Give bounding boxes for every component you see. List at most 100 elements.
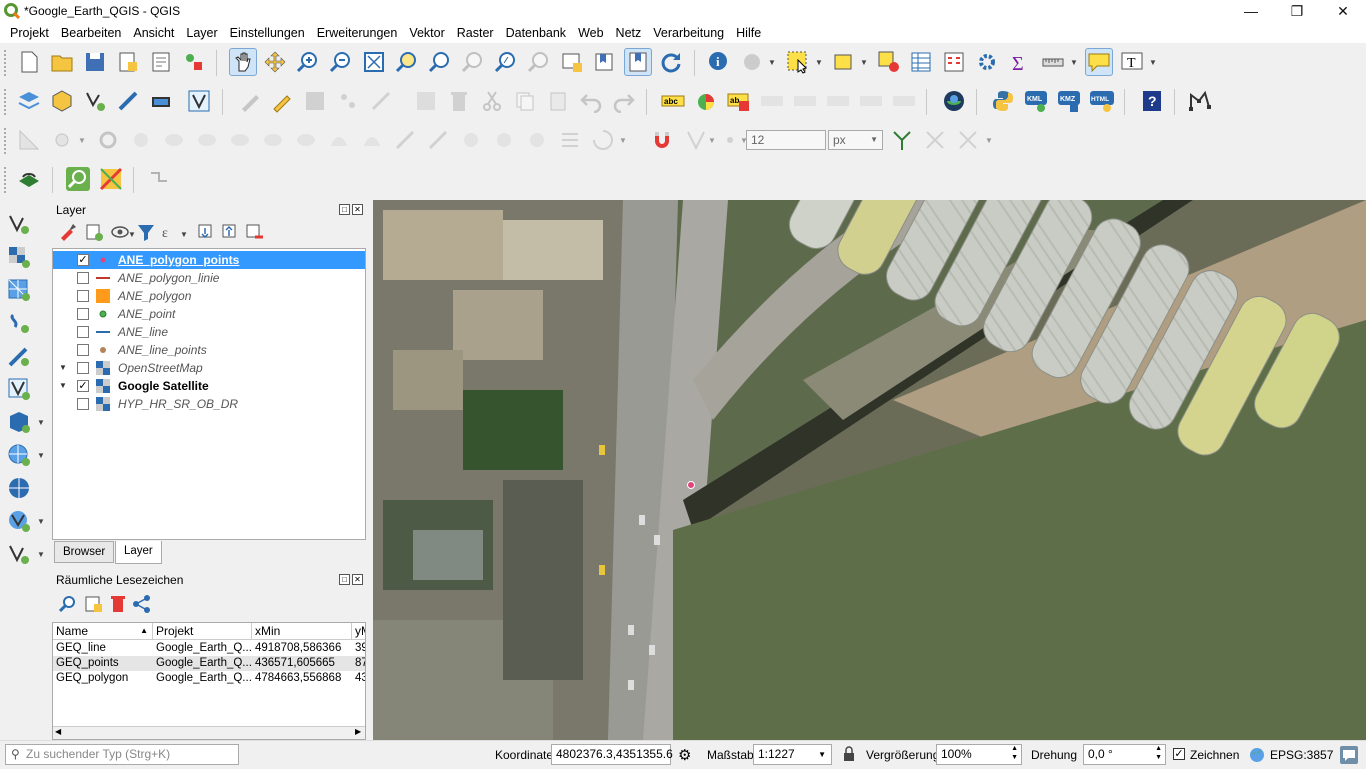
style-manager-icon[interactable] — [182, 50, 206, 74]
table-cell[interactable]: Google_Earth_Q... — [153, 671, 252, 686]
table-cell[interactable]: 4918708,586366 — [252, 641, 352, 656]
show-bookmarks-icon[interactable] — [624, 48, 652, 76]
add-virtual-layer-icon[interactable] — [7, 377, 31, 401]
undo-icon[interactable] — [579, 89, 603, 114]
map-canvas[interactable] — [373, 200, 1366, 740]
quick-map-tools-icon[interactable] — [99, 167, 123, 191]
filter-by-expression-icon[interactable]: ε — [160, 222, 180, 242]
digitize-with-shape-icon[interactable] — [17, 128, 41, 152]
add-wms-layer-icon[interactable] — [7, 410, 31, 434]
table-cell[interactable]: 43 — [352, 671, 365, 686]
toggle-extents-icon[interactable]: ⚙ — [678, 746, 691, 764]
layer-item-ane-line-points[interactable]: ANE_line_points — [53, 341, 365, 359]
rotate-label-icon[interactable] — [859, 89, 883, 113]
panel-float-icon[interactable]: □ — [339, 574, 350, 585]
add-wcs-layer-icon[interactable] — [7, 443, 31, 467]
zoom-next-icon[interactable] — [527, 50, 551, 74]
layer-item-ane-polygon-points[interactable]: ✓ ANE_polygon_points — [53, 251, 365, 269]
snapping-magnet-icon[interactable] — [650, 128, 674, 152]
menu-web[interactable]: Web — [572, 23, 609, 43]
add-point-feature-icon[interactable] — [336, 89, 360, 113]
tab-browser[interactable]: Browser — [54, 541, 115, 563]
column-header-name[interactable]: Name ▲ — [53, 623, 153, 640]
minimize-button[interactable]: — — [1228, 0, 1274, 23]
layer-item-hyp-hr-sr-ob-dr[interactable]: HYP_HR_SR_OB_DR — [53, 395, 365, 413]
menu-ansicht[interactable]: Ansicht — [127, 23, 180, 43]
scroll-right-icon[interactable]: ▶ — [355, 727, 361, 736]
tab-layer[interactable]: Layer — [115, 541, 162, 564]
menu-netz[interactable]: Netz — [610, 23, 648, 43]
pin-labels-icon[interactable] — [760, 89, 784, 113]
expand-all-icon[interactable] — [196, 222, 216, 242]
new-temporary-layer-icon[interactable] — [149, 89, 173, 113]
locate-feature-icon[interactable] — [66, 167, 90, 191]
new-spatialite-icon[interactable] — [116, 89, 140, 113]
attribute-table-icon[interactable] — [909, 50, 933, 74]
show-hide-labels-icon[interactable] — [793, 89, 817, 113]
help-icon[interactable]: ? — [1140, 89, 1164, 113]
crs-label[interactable]: EPSG:3857 — [1270, 741, 1333, 769]
new-virtual-layer-icon[interactable] — [187, 89, 211, 113]
scroll-left-icon[interactable]: ◀ — [55, 727, 61, 736]
messages-icon[interactable] — [1340, 746, 1358, 764]
crs-globe-icon[interactable] — [1249, 747, 1265, 763]
zoom-native-icon[interactable] — [461, 50, 485, 74]
collapse-all-icon[interactable] — [220, 222, 240, 242]
expand-arrow-icon[interactable]: ▼ — [59, 377, 67, 395]
add-raster-layer-icon[interactable] — [7, 245, 31, 269]
html-export-icon[interactable]: HTML — [1090, 89, 1114, 113]
offset-point-symbols-icon[interactable] — [558, 128, 582, 152]
zoom-to-bookmark-icon[interactable] — [58, 594, 78, 614]
map-point-feature[interactable] — [687, 481, 695, 489]
layer-visibility-checkbox[interactable] — [77, 290, 89, 302]
zoom-to-selection-icon[interactable] — [395, 50, 419, 74]
offset-curve-icon[interactable] — [294, 128, 318, 152]
pan-to-selection-icon[interactable] — [263, 50, 287, 74]
delete-selected-icon[interactable] — [447, 89, 471, 113]
kmz-export-icon[interactable]: KMZ — [1057, 89, 1081, 113]
georeferencer-icon[interactable] — [17, 167, 41, 191]
zoom-to-layer-icon[interactable] — [428, 50, 452, 74]
add-wfs-layer-icon[interactable] — [7, 476, 31, 500]
kml-export-icon[interactable]: KML — [1024, 89, 1048, 113]
manage-map-themes-icon[interactable] — [110, 222, 130, 242]
google-earth-plugin-icon[interactable] — [942, 89, 966, 113]
add-arcgis-layer-icon[interactable] — [7, 509, 31, 533]
table-cell[interactable]: 87 — [352, 656, 365, 671]
layer-item-ane-point[interactable]: ANE_point — [53, 305, 365, 323]
toggle-editing-icon[interactable] — [270, 89, 294, 113]
text-annotation-icon[interactable]: T — [1120, 50, 1144, 74]
lock-scale-icon[interactable] — [843, 746, 855, 761]
open-layer-styling-icon[interactable] — [58, 222, 78, 242]
copy-features-icon[interactable] — [513, 89, 537, 113]
new-bookmark-icon[interactable] — [593, 50, 617, 74]
table-cell[interactable]: Google_Earth_Q... — [153, 641, 252, 656]
new-map-view-icon[interactable] — [560, 50, 584, 74]
snap-to-layer-icon[interactable] — [684, 128, 708, 152]
column-header-xmin[interactable]: xMin — [252, 623, 352, 640]
maximize-button[interactable]: ❐ — [1274, 0, 1320, 23]
save-project-icon[interactable] — [83, 50, 107, 74]
deselect-features-icon[interactable] — [877, 50, 901, 74]
add-vector-tile-icon[interactable] — [7, 542, 31, 566]
add-delimited-text-icon[interactable] — [7, 311, 31, 335]
table-cell[interactable]: Google_Earth_Q... — [153, 656, 252, 671]
table-cell[interactable]: GEQ_line — [53, 641, 153, 656]
layer-visibility-checkbox[interactable] — [77, 398, 89, 410]
zoom-last-icon[interactable] — [494, 50, 518, 74]
snap-vertex-icon[interactable] — [718, 128, 742, 152]
menu-raster[interactable]: Raster — [451, 23, 500, 43]
scale-combobox[interactable]: 1:1227 ▼ — [753, 744, 832, 765]
reverse-line-icon[interactable] — [327, 128, 351, 152]
open-project-icon[interactable] — [50, 50, 74, 74]
fill-ring-icon[interactable] — [162, 128, 186, 152]
delete-part-icon[interactable] — [228, 128, 252, 152]
zoom-out-icon[interactable] — [329, 50, 353, 74]
layer-visibility-checkbox[interactable]: ✓ — [77, 254, 89, 266]
digitize-trace-icon[interactable] — [1188, 89, 1212, 113]
layer-item-ane-polygon[interactable]: ANE_polygon — [53, 287, 365, 305]
panel-float-icon[interactable]: □ — [339, 204, 350, 215]
statistical-summary-icon[interactable]: Σ — [1008, 50, 1032, 75]
field-calculator-icon[interactable] — [942, 50, 966, 74]
save-layer-edits-icon[interactable] — [303, 89, 327, 113]
